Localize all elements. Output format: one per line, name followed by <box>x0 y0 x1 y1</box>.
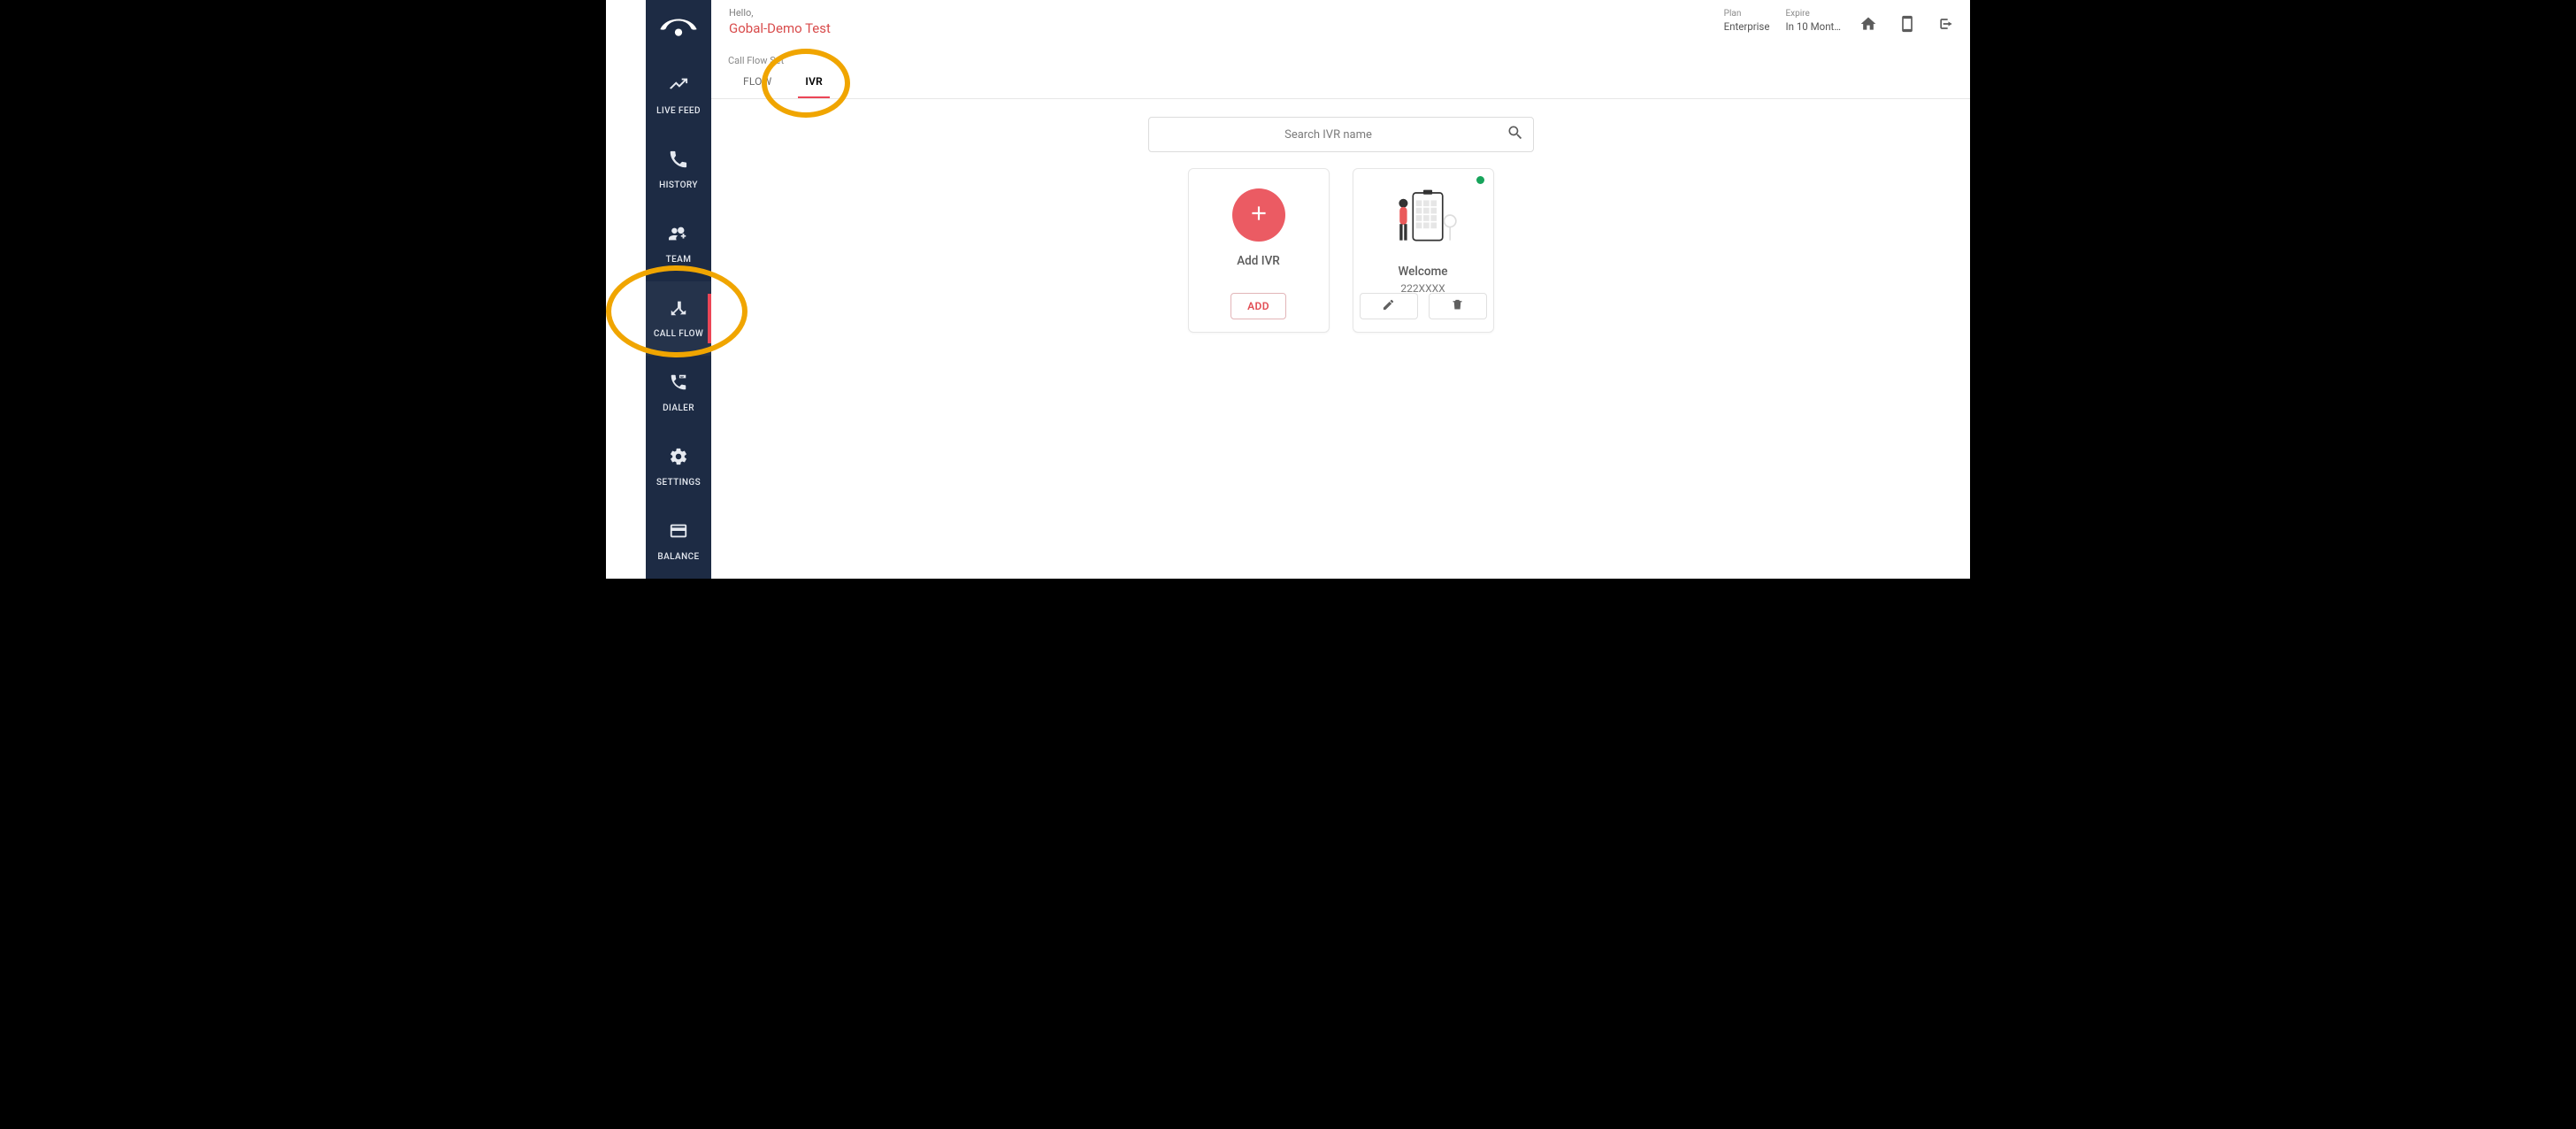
plan-label: Plan <box>1724 9 1770 19</box>
search-icon[interactable] <box>1506 124 1524 145</box>
header: Hello, Gobal-Demo Test Plan Enterprise E… <box>711 0 1970 44</box>
sidebar-item-label: HISTORY <box>659 180 698 190</box>
expire-label: Expire <box>1785 9 1841 19</box>
tab-flow[interactable]: FLOW <box>729 65 786 98</box>
tab-label: IVR <box>805 75 822 88</box>
sidebar-item-settings[interactable]: SETTINGS <box>646 430 711 504</box>
sidebar-item-label: TEAM <box>666 255 692 265</box>
tabs: FLOW IVR <box>711 65 1970 99</box>
pencil-icon <box>1382 298 1395 315</box>
call-split-icon <box>669 298 688 321</box>
sidebar-item-label: SETTINGS <box>656 478 701 488</box>
edit-button[interactable] <box>1360 293 1418 319</box>
add-fab[interactable] <box>1232 188 1285 242</box>
phone-icon <box>669 150 688 173</box>
team-add-icon <box>669 224 688 247</box>
status-dot-icon <box>1476 176 1484 184</box>
home-icon <box>1859 15 1877 36</box>
sidebar-item-balance[interactable]: BALANCE <box>646 504 711 579</box>
app-logo <box>654 5 703 46</box>
trash-icon <box>1451 298 1464 315</box>
add-ivr-card: Add IVR ADD <box>1188 168 1330 333</box>
logout-icon <box>1937 15 1955 36</box>
tab-ivr[interactable]: IVR <box>791 65 836 98</box>
sidebar-nav: LIVE FEED HISTORY TEAM CALL FLOW SIP DIA… <box>646 58 711 579</box>
sidebar: LIVE FEED HISTORY TEAM CALL FLOW SIP DIA… <box>646 0 711 579</box>
add-button[interactable]: ADD <box>1230 293 1286 319</box>
sidebar-item-label: CALL FLOW <box>654 329 703 339</box>
ivr-card: Welcome 222XXXX <box>1353 168 1494 333</box>
smartphone-icon <box>1898 15 1916 36</box>
ivr-illustration-icon <box>1386 188 1460 252</box>
greeting-hello: Hello, <box>729 7 831 19</box>
expire-value: In 10 Mont… <box>1785 20 1841 33</box>
sidebar-item-label: BALANCE <box>657 552 699 562</box>
sidebar-item-live-feed[interactable]: LIVE FEED <box>646 58 711 133</box>
delete-button[interactable] <box>1429 293 1487 319</box>
sidebar-item-call-flow[interactable]: CALL FLOW <box>646 281 711 356</box>
sidebar-item-history[interactable]: HISTORY <box>646 133 711 207</box>
sidebar-item-label: LIVE FEED <box>656 106 701 116</box>
ivr-card-title: Welcome <box>1398 265 1447 279</box>
sip-phone-icon: SIP <box>669 372 688 396</box>
sidebar-item-label: DIALER <box>663 403 694 413</box>
greeting: Hello, Gobal-Demo Test <box>729 7 831 36</box>
chart-line-icon <box>669 75 688 98</box>
plus-icon <box>1247 202 1270 228</box>
svg-text:SIP: SIP <box>680 375 684 379</box>
sidebar-item-dialer[interactable]: SIP DIALER <box>646 356 711 430</box>
add-card-title: Add IVR <box>1237 254 1280 268</box>
credit-card-icon <box>669 521 688 544</box>
plan-box: Plan Enterprise <box>1724 9 1770 33</box>
search-input[interactable] <box>1158 128 1499 142</box>
greeting-user: Gobal-Demo Test <box>729 20 831 36</box>
search-bar <box>1148 117 1534 152</box>
plan-value: Enterprise <box>1724 20 1770 33</box>
cards: Add IVR ADD <box>1188 168 1494 333</box>
tab-label: FLOW <box>743 75 771 88</box>
expire-box: Expire In 10 Mont… <box>1785 9 1841 33</box>
gear-icon <box>669 447 688 470</box>
logout-button[interactable] <box>1935 14 1958 37</box>
main: Add IVR ADD <box>711 99 1970 579</box>
mobile-button[interactable] <box>1896 14 1919 37</box>
sidebar-item-team[interactable]: TEAM <box>646 207 711 281</box>
home-button[interactable] <box>1857 14 1880 37</box>
